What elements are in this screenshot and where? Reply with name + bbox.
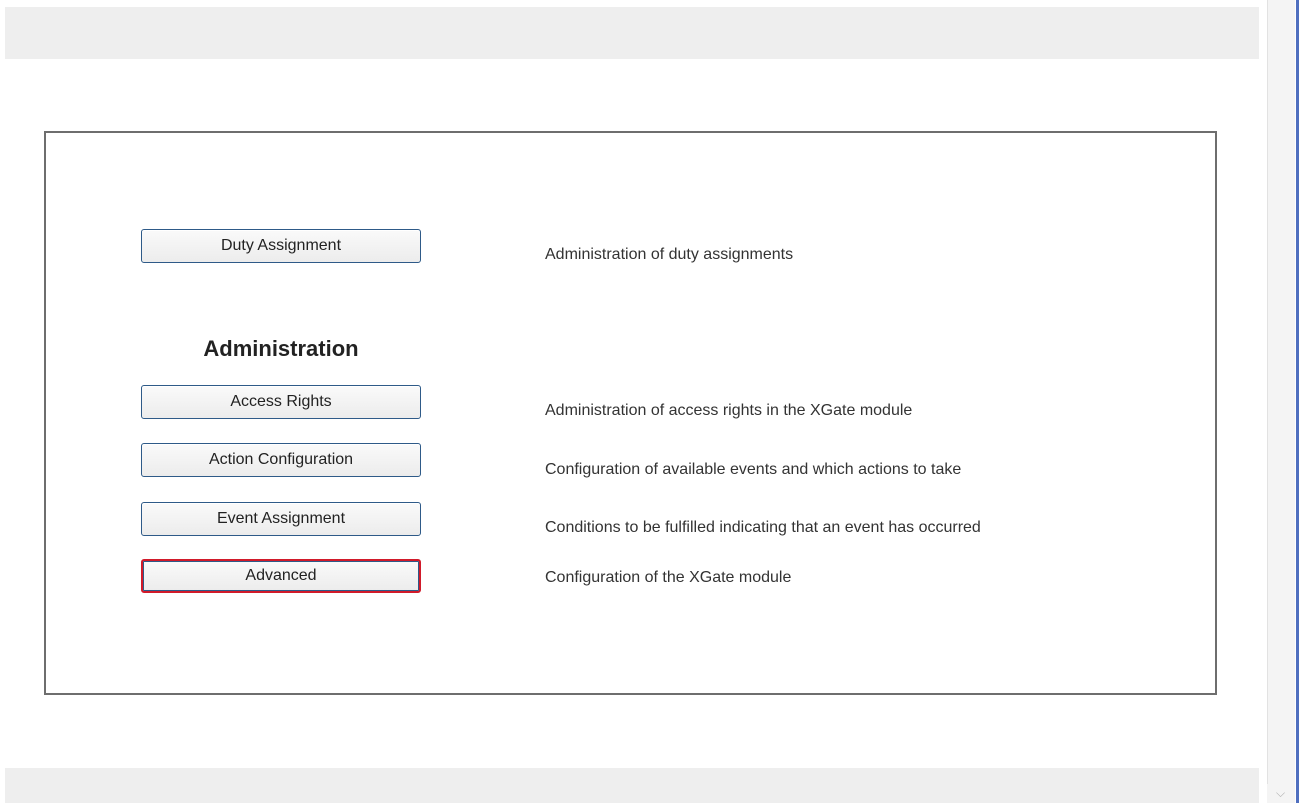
vertical-scrollbar[interactable]	[1267, 0, 1295, 803]
page: Duty Assignment Administration of duty a…	[0, 0, 1306, 803]
scroll-down-button[interactable]: ⌵	[1267, 784, 1294, 803]
advanced-button[interactable]: Advanced	[141, 559, 421, 593]
event-assignment-button[interactable]: Event Assignment	[141, 502, 421, 536]
admin-panel: Duty Assignment Administration of duty a…	[44, 131, 1217, 695]
administration-heading: Administration	[203, 336, 359, 361]
action-configuration-description: Configuration of available events and wh…	[545, 461, 962, 478]
access-rights-description: Administration of access rights in the X…	[545, 402, 913, 419]
duty-assignment-button[interactable]: Duty Assignment	[141, 229, 421, 263]
top-bar	[5, 7, 1259, 59]
window-edge-outer	[1299, 0, 1306, 803]
action-configuration-button[interactable]: Action Configuration	[141, 443, 421, 477]
bottom-bar	[5, 768, 1259, 803]
chevron-down-icon: ⌵	[1275, 786, 1286, 800]
advanced-description: Configuration of the XGate module	[545, 569, 792, 586]
access-rights-button[interactable]: Access Rights	[141, 385, 421, 419]
event-assignment-description: Conditions to be fulfilled indicating th…	[545, 519, 981, 536]
duty-assignment-description: Administration of duty assignments	[545, 246, 794, 263]
